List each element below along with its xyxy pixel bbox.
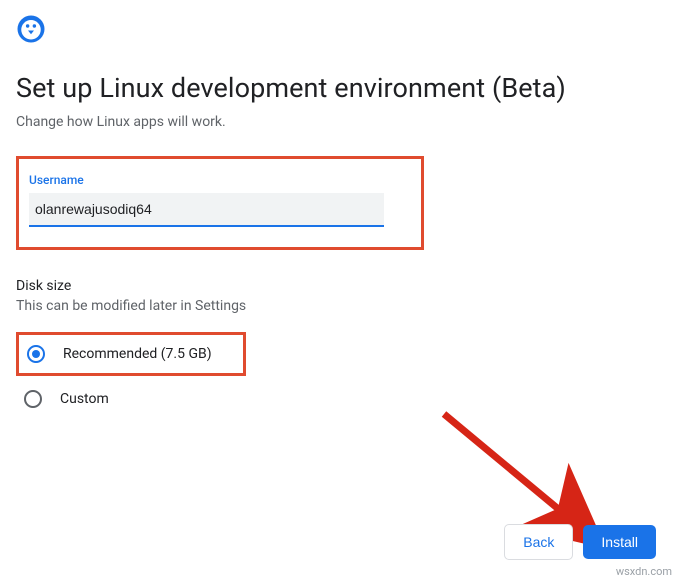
disk-size-radio-group: Recommended (7.5 GB) Custom [16,332,664,418]
disk-size-help: This can be modified later in Settings [16,298,664,314]
radio-unselected-icon [24,390,42,408]
radio-custom[interactable]: Custom [16,380,664,418]
dialog-button-bar: Back Install [504,524,656,560]
watermark-text: wsxdn.com [616,565,672,578]
page-subtitle: Change how Linux apps will work. [16,114,664,130]
username-input[interactable] [29,193,384,227]
radio-custom-label: Custom [60,391,109,407]
username-section: Username [16,156,424,250]
radio-recommended[interactable]: Recommended (7.5 GB) [16,332,246,376]
page-title: Set up Linux development environment (Be… [16,72,664,104]
back-button[interactable]: Back [504,524,573,560]
radio-recommended-label: Recommended (7.5 GB) [63,346,212,362]
username-label: Username [29,173,409,187]
disk-size-label: Disk size [16,278,664,294]
radio-selected-icon [27,345,45,363]
linux-penguin-icon [16,14,46,44]
annotation-arrow-icon [424,404,604,544]
install-button[interactable]: Install [583,525,656,559]
